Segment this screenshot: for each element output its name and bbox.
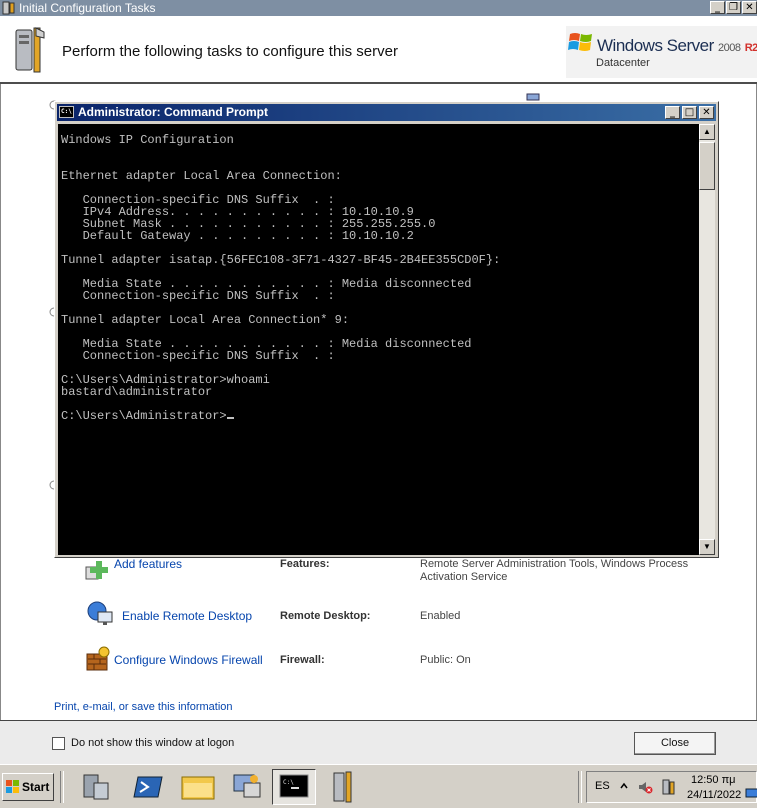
powershell-icon [133,776,163,798]
cmd-minimize-button[interactable]: _ [665,106,680,119]
server-config-icon [2,1,15,15]
print-email-save-link[interactable]: Print, e-mail, or save this information [54,701,233,713]
ict-title-bar[interactable]: Initial Configuration Tasks _ ❐ ✕ [0,0,757,16]
features-value: Remote Server Administration Tools, Wind… [420,558,689,583]
network-config-taskbar-button[interactable] [226,769,270,805]
taskbar-separator [60,771,64,803]
cursor [226,417,234,419]
show-desktop-icon[interactable] [745,787,757,799]
features-key: Features: [280,558,330,570]
clock-time[interactable]: 12:50 πμ [691,774,736,786]
close-window-button[interactable]: ✕ [742,1,757,14]
network-config-icon [233,774,261,798]
cmd-taskbar-button[interactable]: C:\ [272,769,316,805]
task-row-remote-desktop: Enable Remote Desktop Remote Desktop: En… [0,600,757,630]
explorer-taskbar-button[interactable] [176,769,220,805]
do-not-show-label[interactable]: Do not show this window at logon [71,737,234,749]
windows-flag-icon [568,33,592,51]
console-output: Windows IP Configuration Ethernet adapte… [61,133,501,423]
cmd-window-title: Administrator: Command Prompt [78,105,269,119]
svg-text:C:\: C:\ [283,779,294,786]
logo-product: Windows Server [597,36,714,55]
show-hidden-icons-icon[interactable] [619,781,629,791]
remote-desktop-key: Remote Desktop: [280,610,371,622]
vertical-scrollbar[interactable]: ▲ ▼ [699,124,715,555]
taskbar: Start C:\ ES 12:50 πμ 24/11/2022 [0,764,757,808]
ict-window-title: Initial Configuration Tasks [19,1,156,15]
firewall-icon [86,646,110,671]
logo-version: 2008 [718,42,741,54]
clock-date[interactable]: 24/11/2022 [687,789,741,801]
do-not-show-checkbox[interactable] [52,737,65,750]
scroll-thumb[interactable] [699,142,715,190]
scroll-down-button[interactable]: ▼ [699,539,715,555]
cmd-close-button[interactable]: ✕ [699,106,714,119]
server-tools-icon [15,27,45,73]
taskbar-separator [578,771,582,803]
system-tray: ES 12:50 πμ 24/11/2022 [586,771,757,803]
add-features-link[interactable]: Add features [114,557,182,571]
cmd-title-bar[interactable]: C:\ Administrator: Command Prompt _ □ ✕ [57,104,716,121]
add-features-icon [85,561,108,580]
language-indicator[interactable]: ES [595,780,610,792]
server-tools-icon [333,771,352,803]
firewall-key: Firewall: [280,654,325,666]
restore-button[interactable]: ❐ [726,1,741,14]
volume-muted-icon[interactable] [637,779,653,795]
powershell-taskbar-button[interactable] [126,769,170,805]
initial-config-taskbar-button[interactable] [322,769,366,805]
enable-remote-desktop-link[interactable]: Enable Remote Desktop [122,609,252,623]
ict-footer: Do not show this window at logon Close [0,720,757,765]
server-manager-icon [83,774,109,800]
task-row-features: Add features Features: Remote Server Adm… [0,557,757,587]
task-row-firewall: Configure Windows Firewall Firewall: Pub… [0,645,757,675]
header-instruction: Perform the following tasks to configure… [62,43,398,60]
folder-icon [181,776,215,800]
logo-release: R2 [744,42,757,54]
minimize-button[interactable]: _ [710,1,725,14]
start-button[interactable]: Start [2,773,54,801]
cmd-icon: C:\ [279,774,309,798]
command-prompt-window[interactable]: C:\ Administrator: Command Prompt _ □ ✕ … [54,101,719,558]
windows-server-logo: Windows Server 2008 R2 Datacenter [566,26,757,78]
console-output-area[interactable]: Windows IP Configuration Ethernet adapte… [58,124,699,555]
configure-firewall-link[interactable]: Configure Windows Firewall [114,653,263,667]
windows-flag-icon [6,780,19,793]
scroll-up-button[interactable]: ▲ [699,124,715,140]
server-manager-taskbar-button[interactable] [74,769,118,805]
firewall-value: Public: On [420,654,471,666]
remote-desktop-value: Enabled [420,610,461,622]
ict-header: Perform the following tasks to configure… [0,16,757,84]
start-label: Start [22,780,50,794]
logo-edition: Datacenter [596,57,650,69]
cmd-maximize-button[interactable]: □ [682,106,697,119]
close-button[interactable]: Close [634,732,716,755]
remote-desktop-icon [87,601,113,625]
server-status-icon[interactable] [661,778,677,796]
cmd-icon: C:\ [59,106,74,118]
